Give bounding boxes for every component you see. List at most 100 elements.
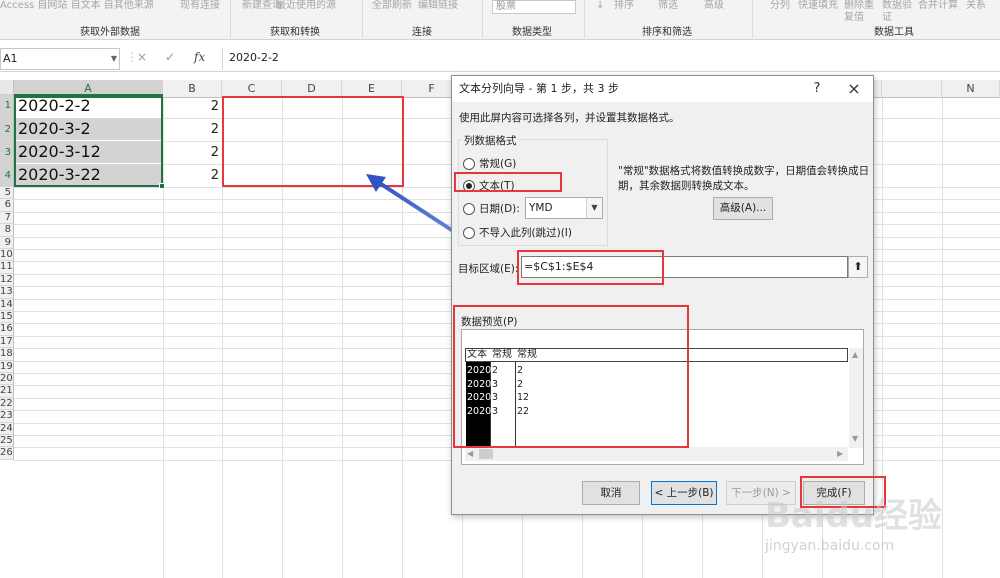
row-header[interactable]: 11 (0, 261, 14, 274)
scrollbar-thumb[interactable] (479, 449, 493, 459)
scroll-down-icon[interactable]: ▼ (852, 434, 858, 443)
dialog-description: 使用此屏内容可选择各列，并设置其数据格式。 (459, 112, 680, 124)
scroll-left-icon[interactable]: ◀ (467, 449, 473, 458)
row-header[interactable]: 21 (0, 385, 14, 398)
ribbon-text-to-columns[interactable]: 分列 (770, 0, 790, 12)
row-header[interactable]: 20 (0, 373, 14, 386)
radio-date-label: 日期(D): (479, 203, 520, 215)
ribbon-sort-icon[interactable]: ↓ (596, 0, 604, 12)
row-header[interactable]: 15 (0, 311, 14, 324)
ribbon-edit-links[interactable]: 编辑链接 (418, 0, 458, 12)
radio-skip[interactable]: 不导入此列(跳过)(I) (463, 225, 572, 240)
help-icon[interactable]: ? (807, 79, 827, 99)
collapse-dialog-icon[interactable]: ⬆ (848, 256, 868, 278)
radio-skip-circle[interactable] (463, 226, 475, 239)
column-format-legend: 列数据格式 (462, 133, 519, 148)
row-header[interactable]: 1 (0, 94, 14, 118)
highlight-finish (800, 476, 886, 508)
row-header[interactable]: 18 (0, 348, 14, 361)
cancel-icon[interactable]: × (137, 50, 147, 64)
row-header[interactable]: 26 (0, 447, 14, 460)
ribbon-advanced[interactable]: 高级 (704, 0, 724, 12)
close-icon[interactable]: × (844, 79, 864, 99)
ribbon-consolidate[interactable]: 合并计算 (918, 0, 958, 12)
formula-input[interactable]: 2020-2-2 (222, 48, 1000, 70)
enter-icon[interactable]: ✓ (165, 50, 175, 64)
row-header[interactable]: 7 (0, 211, 14, 225)
radio-general-label: 常规(G) (479, 158, 517, 170)
cell-b3[interactable]: 2 (163, 141, 221, 163)
cancel-button[interactable]: 取消 (582, 481, 640, 505)
row-header[interactable]: 14 (0, 298, 14, 311)
ribbon-group-get-transform: 获取和转换 (270, 27, 320, 38)
cell-b2[interactable]: 2 (163, 118, 221, 140)
name-box-value: A1 (3, 52, 18, 65)
preview-horizontal-scrollbar[interactable]: ◀ ▶ (465, 447, 848, 461)
formula-value: 2020-2-2 (229, 51, 279, 64)
row-header[interactable]: 9 (0, 236, 14, 249)
back-button[interactable]: < 上一步(B) (651, 481, 717, 505)
row-header[interactable]: 24 (0, 422, 14, 435)
ribbon-stocks-gallery[interactable]: 股票 (492, 0, 576, 14)
radio-date-circle[interactable] (463, 202, 475, 215)
ribbon-remove-duplicates[interactable]: 删除重复值 (844, 0, 874, 24)
preview-vertical-scrollbar[interactable]: ▲ ▼ (849, 348, 863, 448)
text-to-columns-dialog: 文本分列向导 - 第 1 步，共 3 步 ? × 使用此屏内容可选择各列，并设置… (451, 75, 874, 515)
formula-bar: A1 ▼ ⋮ × ✓ fx 2020-2-2 (0, 46, 1000, 72)
row-header[interactable]: 12 (0, 273, 14, 287)
column-header[interactable] (882, 80, 942, 98)
radio-general[interactable]: 常规(G) (463, 156, 516, 171)
radio-general-circle[interactable] (463, 157, 475, 170)
row-header[interactable]: 3 (0, 141, 14, 164)
date-format-value: YMD (529, 202, 553, 214)
ribbon-group-sort-filter: 排序和筛选 (642, 27, 692, 38)
row-header[interactable]: 10 (0, 249, 14, 262)
date-format-select[interactable]: YMD ▼ (525, 197, 603, 219)
insert-function-icon[interactable]: fx (194, 50, 205, 64)
row-header[interactable]: 2 (0, 118, 14, 141)
destination-label: 目标区域(E): (458, 263, 519, 275)
advanced-button[interactable]: 高级(A)... (713, 197, 773, 220)
name-box[interactable]: A1 ▼ (0, 48, 120, 70)
cell-b1[interactable]: 2 (163, 94, 221, 117)
ribbon-relationships[interactable]: 关系 (966, 0, 986, 12)
ribbon-data-validation[interactable]: 数据验证 (882, 0, 912, 24)
scroll-right-icon[interactable]: ▶ (837, 449, 843, 458)
row-header[interactable]: 16 (0, 323, 14, 336)
row-header[interactable]: 23 (0, 410, 14, 423)
row-header[interactable]: 25 (0, 435, 14, 448)
row-header[interactable]: 8 (0, 224, 14, 237)
ribbon-refresh-all[interactable]: 全部刷新 (372, 0, 412, 12)
ribbon-separator (482, 0, 483, 38)
name-box-dropdown-icon[interactable]: ▼ (111, 49, 117, 69)
column-header[interactable]: N (942, 80, 1000, 98)
scroll-up-icon[interactable]: ▲ (852, 350, 858, 359)
ribbon-recent-sources[interactable]: 最近使用的源 (276, 0, 336, 12)
row-header[interactable]: 19 (0, 360, 14, 373)
ribbon-separator (230, 0, 231, 38)
row-header[interactable]: 5 (0, 187, 14, 200)
dialog-title: 文本分列向导 - 第 1 步，共 3 步 (459, 82, 619, 95)
ribbon-group-data-types: 数据类型 (512, 27, 552, 38)
row-header[interactable]: 22 (0, 397, 14, 411)
ribbon-sort[interactable]: 排序 (614, 0, 634, 12)
row-header[interactable]: 6 (0, 199, 14, 212)
radio-date[interactable]: 日期(D): (463, 201, 520, 216)
ribbon-filter[interactable]: 筛选 (658, 0, 678, 12)
next-button: 下一步(N) > (726, 481, 796, 505)
ribbon-flash-fill[interactable]: 快速填充 (798, 0, 838, 12)
chevron-down-icon[interactable]: ▼ (586, 198, 602, 218)
gridline-vertical (942, 98, 943, 578)
fill-handle[interactable] (159, 183, 165, 189)
highlight-destination (517, 250, 664, 285)
row-header[interactable]: 17 (0, 335, 14, 349)
row-header[interactable]: 13 (0, 286, 14, 299)
cell-b4[interactable]: 2 (163, 164, 221, 186)
ribbon-existing-connections[interactable]: 现有连接 (180, 0, 220, 12)
row-header[interactable]: 4 (0, 164, 14, 187)
ribbon: Access 自网站 自文本 自其他来源 现有连接 新建查询 最近使用的源 全部… (0, 0, 1000, 40)
ribbon-get-external-data-buttons[interactable]: Access 自网站 自文本 自其他来源 (0, 0, 154, 12)
ribbon-group-connections: 连接 (412, 27, 432, 38)
radio-skip-label: 不导入此列(跳过)(I) (479, 227, 572, 239)
ribbon-group-get-external-data: 获取外部数据 (80, 27, 140, 38)
